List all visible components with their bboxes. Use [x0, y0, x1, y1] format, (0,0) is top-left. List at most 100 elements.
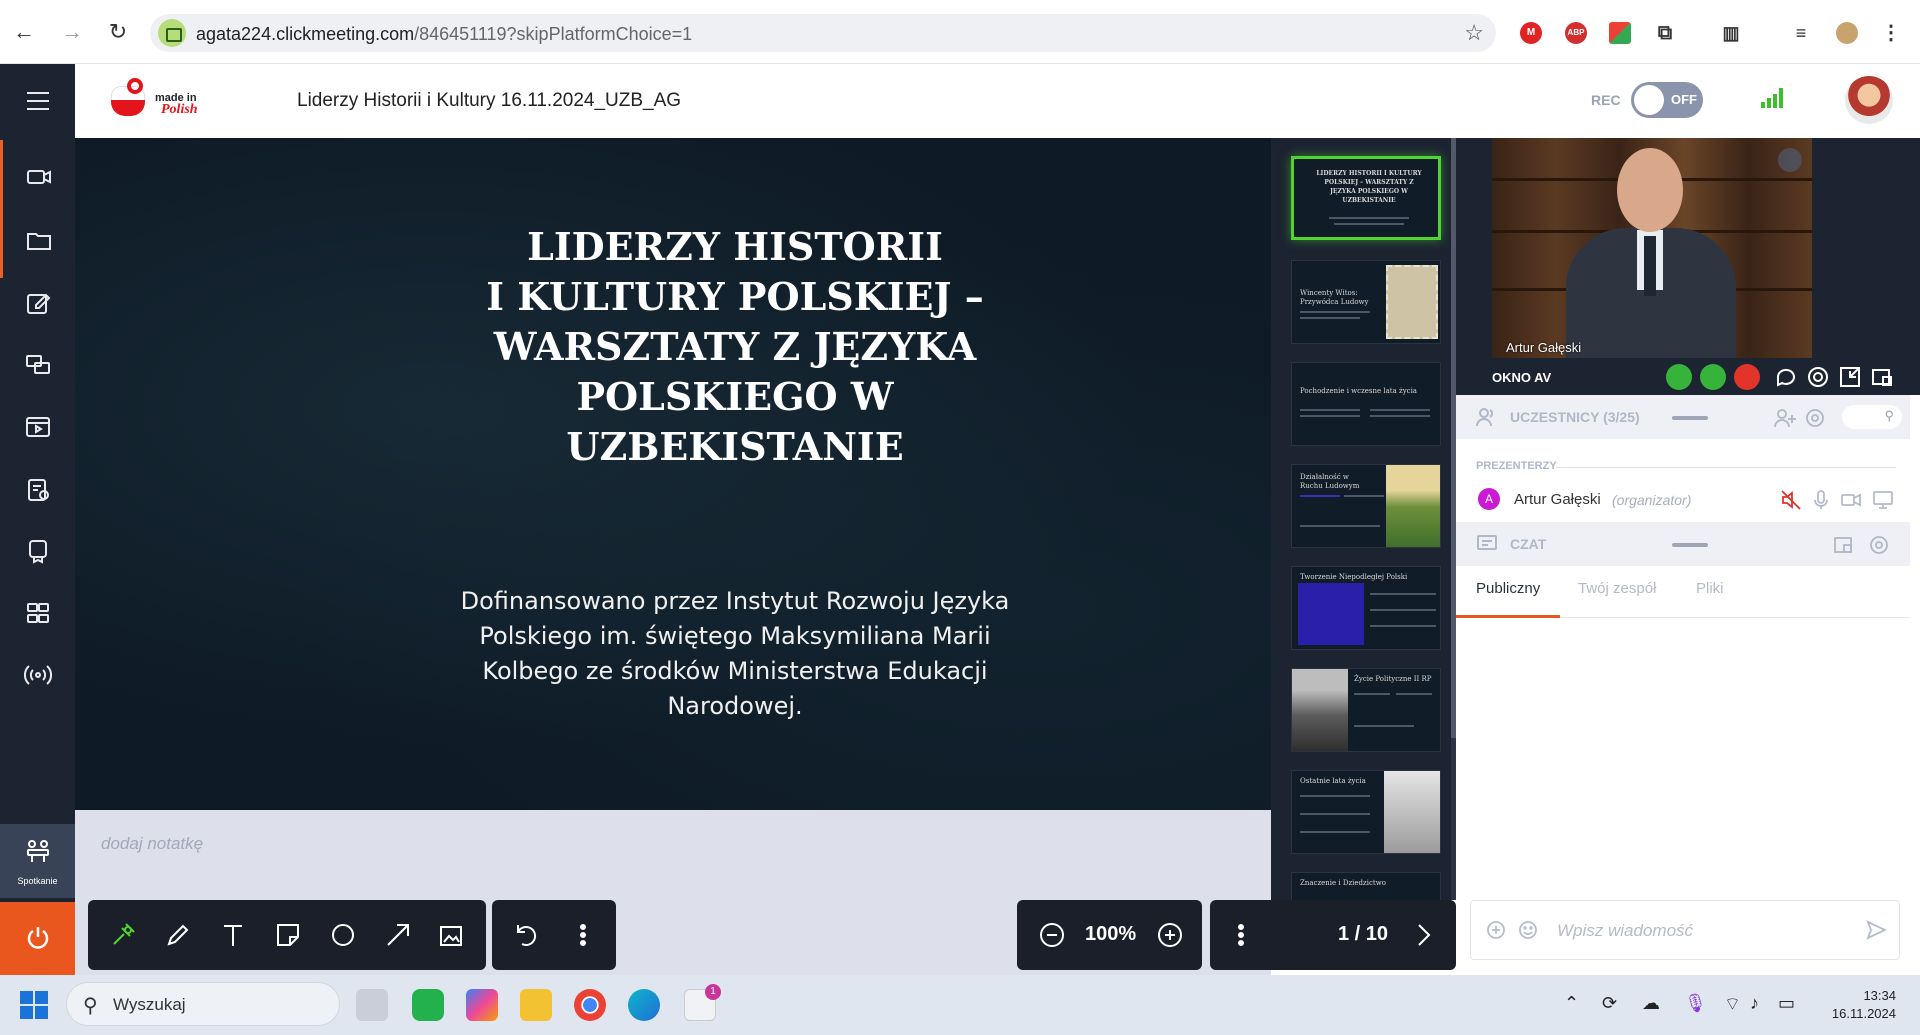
speaker-muted-icon[interactable]: [1780, 489, 1802, 511]
hamburger-menu-icon[interactable]: [0, 64, 75, 138]
more-options-icon[interactable]: [568, 920, 598, 950]
collapse-handle[interactable]: [1672, 416, 1708, 420]
kaspersky-app-icon[interactable]: [412, 989, 444, 1021]
presenter-video[interactable]: [1492, 138, 1812, 358]
tray-clock[interactable]: 13:34 16.11.2024: [1820, 987, 1896, 1023]
battery-icon[interactable]: ▭: [1778, 993, 1795, 1014]
toggle-microphone-button[interactable]: [1700, 364, 1726, 390]
toggle-speaker-button[interactable]: [1734, 364, 1760, 390]
emoji-icon[interactable]: [1517, 919, 1539, 941]
slide-title-line: POLSKIEGO W: [576, 374, 894, 419]
profile-avatar-icon[interactable]: [1836, 22, 1858, 44]
presenter-row[interactable]: A Artur Gałęski (organizator): [1456, 480, 1910, 520]
volume-icon[interactable]: ♪: [1750, 993, 1759, 1014]
pencil-icon[interactable]: [163, 920, 193, 950]
google-extension-icon[interactable]: [1609, 22, 1631, 44]
recording-toggle[interactable]: OFF: [1631, 82, 1703, 118]
participants-section-header[interactable]: UCZESTNICY (3/25) ⚲: [1456, 395, 1910, 439]
windows-start-icon[interactable]: [20, 991, 48, 1019]
onedrive-cloud-icon[interactable]: ☁: [1642, 993, 1660, 1014]
minimize-window-icon[interactable]: [1838, 365, 1862, 389]
slide-thumbnail[interactable]: Ostatnie lata życia: [1291, 770, 1441, 854]
page-options-icon[interactable]: [1226, 920, 1256, 950]
slide-thumbnail[interactable]: Tworzenie Niepodległej Polski: [1291, 566, 1441, 650]
laser-pointer-icon[interactable]: [108, 920, 138, 950]
back-arrow-icon[interactable]: ←: [10, 18, 38, 46]
slide-thumbnail[interactable]: Działalność w Ruchu Ludowym: [1291, 464, 1441, 548]
user-avatar[interactable]: [1845, 76, 1893, 124]
add-participant-icon[interactable]: [1774, 407, 1796, 429]
site-info-icon[interactable]: [158, 19, 186, 47]
sticky-note-icon[interactable]: [273, 920, 303, 950]
edge-app-icon[interactable]: [628, 989, 660, 1021]
tab-your-team[interactable]: Twój zespół: [1578, 580, 1656, 597]
next-page-icon[interactable]: [1408, 920, 1438, 950]
browser-menu-icon[interactable]: ⋮: [1880, 22, 1902, 44]
wifi-icon[interactable]: ⌔: [1724, 993, 1741, 1016]
copilot-app-icon[interactable]: [466, 989, 498, 1021]
send-icon[interactable]: [1865, 919, 1888, 941]
undo-icon[interactable]: [510, 920, 540, 950]
thumbnail-title: Pochodzenie i wczesne lata życia: [1300, 387, 1417, 395]
screen-monitor-icon[interactable]: [1872, 489, 1894, 511]
chat-bubble-icon[interactable]: [1774, 365, 1798, 389]
tray-chevron-icon[interactable]: ⌃: [1564, 993, 1579, 1014]
zoom-out-icon[interactable]: [1037, 920, 1067, 950]
arrow-tool-icon[interactable]: [383, 920, 413, 950]
chat-popout-icon[interactable]: [1832, 534, 1854, 556]
url-text[interactable]: agata224.clickmeeting.com/846451119?skip…: [196, 24, 692, 45]
thumbnail-title: Tworzenie Niepodległej Polski: [1300, 573, 1408, 581]
media-control-icon[interactable]: ≡: [1790, 22, 1812, 44]
image-insert-icon[interactable]: [436, 920, 466, 950]
slide-body-line: Polskiego im. świętego Maksymiliana Mari…: [479, 622, 991, 650]
connection-signal-icon[interactable]: [1761, 86, 1787, 108]
participants-search[interactable]: ⚲: [1842, 405, 1902, 429]
adblock-plus-icon[interactable]: ABP: [1565, 22, 1587, 44]
camera-icon[interactable]: [0, 140, 75, 214]
video-camera-icon[interactable]: [1840, 489, 1862, 511]
tab-public[interactable]: Publiczny: [1476, 580, 1540, 597]
file-explorer-icon[interactable]: [520, 989, 552, 1021]
participants-header-label: UCZESTNICY (3/25): [1510, 409, 1640, 425]
microphone-tray-icon[interactable]: 🎙: [1684, 993, 1707, 1014]
zoom-in-icon[interactable]: [1155, 920, 1185, 950]
address-bar[interactable]: agata224.clickmeeting.com/846451119?skip…: [150, 14, 1496, 52]
collapse-handle[interactable]: [1672, 543, 1708, 547]
bookmark-star-icon[interactable]: ☆: [1464, 20, 1484, 46]
slide-title-line: WARSZTATY Z JĘZYKA: [493, 324, 977, 369]
thumbnail-title: Działalność w Ruchu Ludowym: [1300, 473, 1360, 490]
text-tool-icon[interactable]: [218, 920, 248, 950]
popout-window-icon[interactable]: [1870, 365, 1894, 389]
reload-icon[interactable]: ↻: [104, 18, 132, 46]
chat-settings-gear-icon[interactable]: [1868, 534, 1890, 556]
store-app-icon[interactable]: 1: [684, 984, 721, 1021]
toggle-camera-button[interactable]: [1666, 364, 1692, 390]
forward-arrow-icon[interactable]: →: [58, 18, 86, 46]
reading-list-icon[interactable]: ▥: [1720, 22, 1742, 44]
chat-header-label: CZAT: [1510, 536, 1547, 552]
presentation-slide[interactable]: LIDERZY HISTORII I KULTURY POLSKIEJ – WA…: [75, 138, 1271, 810]
extension-m-icon[interactable]: M: [1520, 22, 1542, 44]
taskbar-search[interactable]: ⚲ Wyszukaj: [66, 982, 340, 1026]
chat-section-header[interactable]: CZAT: [1456, 522, 1910, 566]
participants-settings-gear-icon[interactable]: [1804, 407, 1826, 429]
broadcast-icon[interactable]: [0, 638, 75, 712]
slide-thumbnail[interactable]: Znaczenie i Dziedzictwo: [1291, 872, 1441, 900]
slide-thumbnail[interactable]: LIDERZY HISTORII I KULTURY POLSKIEJ – WA…: [1291, 156, 1441, 240]
slide-thumbnail[interactable]: Pochodzenie i wczesne lata życia: [1291, 362, 1441, 446]
meeting-mode-label: Spotkanie: [17, 876, 58, 886]
sync-icon[interactable]: ⟳: [1602, 993, 1617, 1014]
task-view-icon[interactable]: [356, 989, 388, 1021]
tab-files[interactable]: Pliki: [1696, 580, 1724, 597]
microphone-icon[interactable]: [1810, 489, 1832, 511]
leave-meeting-button[interactable]: [0, 902, 75, 975]
meeting-mode-button[interactable]: Spotkanie: [0, 824, 75, 898]
slide-thumbnail[interactable]: Wincenty Witos: Przywódca Ludowy: [1291, 260, 1441, 344]
slide-thumbnail[interactable]: Życie Polityczne II RP: [1291, 668, 1441, 752]
circle-shape-icon[interactable]: [328, 920, 358, 950]
av-settings-gear-icon[interactable]: [1806, 365, 1830, 389]
chrome-app-icon[interactable]: [574, 989, 606, 1021]
chat-message-input[interactable]: [1557, 919, 1857, 943]
attach-plus-icon[interactable]: [1485, 919, 1507, 941]
extensions-puzzle-icon[interactable]: ⧉: [1654, 22, 1676, 44]
